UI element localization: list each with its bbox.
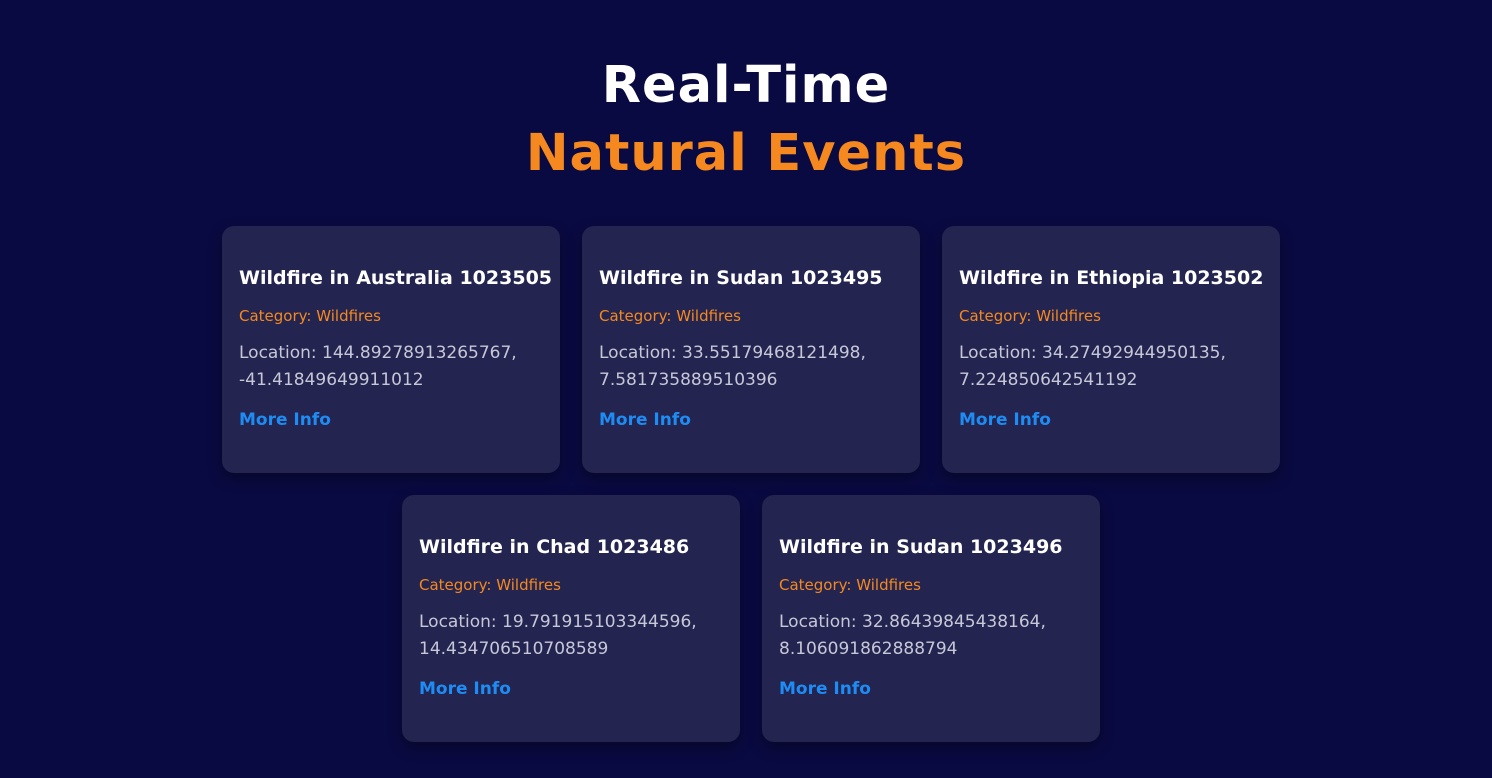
event-location: Location: 19.791915103344596, 14.4347065… (419, 609, 723, 663)
more-info-link[interactable]: More Info (959, 408, 1051, 432)
more-info-link[interactable]: More Info (599, 408, 691, 432)
event-location-line: Location: 19.791915103344596, (419, 612, 697, 632)
title-line-natural-events: Natural Events (525, 124, 967, 183)
more-info-link[interactable]: More Info (239, 408, 331, 432)
event-location-line: Location: 32.86439845438164, (779, 612, 1046, 632)
event-location-line: 7.581735889510396 (599, 370, 778, 390)
event-title: Wildfire in Australia 1023505 (239, 267, 553, 289)
event-location: Location: 144.89278913265767, -41.418496… (239, 340, 543, 394)
event-title: Wildfire in Ethiopia 1023502 (959, 267, 1264, 289)
page-title: Real-Time Natural Events (0, 52, 1492, 188)
event-card: Wildfire in Sudan 1023496 Category: Wild… (762, 495, 1100, 742)
event-location-line: Location: 33.55179468121498, (599, 343, 866, 363)
event-title: Wildfire in Chad 1023486 (419, 536, 690, 558)
event-location-line: 8.106091862888794 (779, 639, 958, 659)
event-location-line: Location: 34.27492944950135, (959, 343, 1226, 363)
more-info-link[interactable]: More Info (779, 677, 871, 701)
event-card: Wildfire in Sudan 1023495 Category: Wild… (582, 226, 920, 473)
event-category: Category: Wildfires (959, 307, 1101, 325)
event-location-line: -41.41849649911012 (239, 370, 424, 390)
event-category: Category: Wildfires (779, 576, 921, 594)
event-location: Location: 33.55179468121498, 7.581735889… (599, 340, 903, 394)
event-category: Category: Wildfires (419, 576, 561, 594)
events-grid: Wildfire in Australia 1023505 Category: … (222, 226, 1280, 742)
event-card: Wildfire in Chad 1023486 Category: Wildf… (402, 495, 740, 742)
event-location-line: 7.224850642541192 (959, 370, 1138, 390)
event-location: Location: 34.27492944950135, 7.224850642… (959, 340, 1263, 394)
event-location: Location: 32.86439845438164, 8.106091862… (779, 609, 1083, 663)
event-card: Wildfire in Ethiopia 1023502 Category: W… (942, 226, 1280, 473)
event-category: Category: Wildfires (599, 307, 741, 325)
event-location-line: 14.434706510708589 (419, 639, 609, 659)
more-info-link[interactable]: More Info (419, 677, 511, 701)
title-line-real-time: Real-Time (601, 56, 891, 115)
event-category: Category: Wildfires (239, 307, 381, 325)
event-title: Wildfire in Sudan 1023495 (599, 267, 883, 289)
event-location-line: Location: 144.89278913265767, (239, 343, 517, 363)
event-card: Wildfire in Australia 1023505 Category: … (222, 226, 560, 473)
event-title: Wildfire in Sudan 1023496 (779, 536, 1063, 558)
